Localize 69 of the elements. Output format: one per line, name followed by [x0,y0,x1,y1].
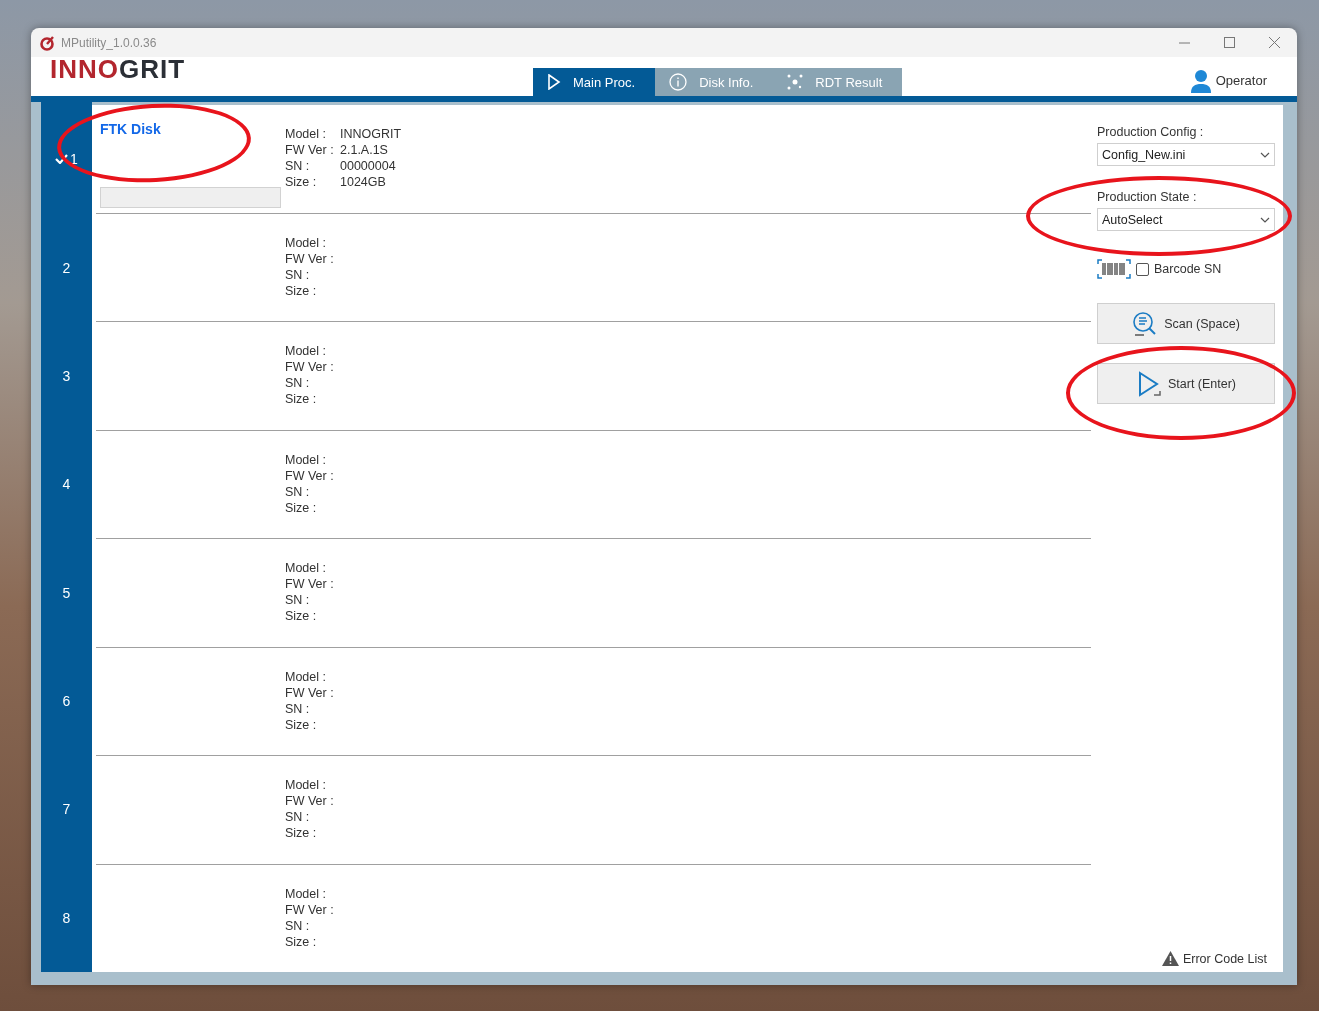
window-title: MPutility_1.0.0.36 [61,35,157,50]
field-label: Size : [285,934,318,951]
field-label: Model : [285,344,327,360]
field-label: Model : [285,452,327,469]
field-label: FW Ver : [285,902,335,919]
field-label: FW Ver : [285,468,335,485]
field-label: Model : [285,235,327,252]
field-label: SN : [285,918,311,935]
maximize-icon[interactable] [1224,37,1235,48]
field-label: Model : [285,669,327,686]
scan-button[interactable]: Scan (Space) [1097,303,1275,344]
field-label: FW Ver : [285,577,335,593]
chevron-down-icon [1260,151,1270,158]
warning-icon [1161,951,1179,966]
nodes-icon [787,74,804,90]
production-config-label: Production Config : [1097,125,1205,139]
slot-number: 6 [62,693,71,710]
field-value: 2.1.A.1S [340,143,389,159]
field-label: SN : [285,267,311,284]
field-label: SN : [285,810,311,826]
field-label: Model : [285,561,327,577]
play-icon [547,74,561,90]
field-label: SN : [285,484,311,501]
logo-wordmark: INNOGRIT [50,54,186,85]
field-label: FW Ver : [285,251,335,268]
slot-number: 4 [62,476,71,493]
state-dropdown[interactable]: AutoSelect [1097,208,1275,231]
field-label: Size : [285,283,318,300]
field-label: Model : [285,127,327,143]
field-label: Size : [285,609,318,625]
user-label: Operator [1215,73,1267,88]
production-state-label: Production State : [1097,190,1198,204]
field-label: FW Ver : [285,360,335,376]
field-label: SN : [285,159,311,175]
field-label: SN : [285,593,311,609]
field-label: Size : [285,717,318,734]
info-icon [669,73,688,91]
error-code-list-link[interactable]: Error Code List [1182,951,1267,966]
field-label: Model : [285,886,327,903]
slot-number: 3 [62,367,71,384]
field-label: FW Ver : [285,794,335,810]
chevron-down-icon [1260,216,1270,223]
field-value: INNOGRIT [340,127,402,143]
config-dropdown[interactable]: Config_New.ini [1097,143,1275,166]
check-icon [55,154,69,165]
field-value: 1024GB [340,175,387,191]
slot-number: 7 [62,801,71,818]
slot-number: 5 [62,584,71,601]
field-label: SN : [285,376,311,392]
close-icon[interactable] [1269,37,1280,48]
user-icon [1189,68,1212,93]
field-label: FW Ver : [285,143,335,159]
slot-number: 8 [62,909,71,926]
barcode-checkbox[interactable] [1136,262,1149,276]
field-label: Size : [285,392,318,408]
field-label: Size : [285,500,318,517]
field-label: SN : [285,701,311,718]
slot-number: 2 [62,259,71,276]
start-button[interactable]: Start (Enter) [1097,363,1275,404]
field-label: FW Ver : [285,685,335,702]
field-label: Size : [285,175,318,191]
tab[interactable]: Main Proc. [533,68,656,96]
disk-name: FTK Disk [100,121,162,137]
app-logo-icon [39,34,55,51]
field-label: Size : [285,826,318,842]
barcode-label: Barcode SN [1154,262,1222,276]
field-value: 00000004 [340,159,397,175]
field-label: Model : [285,778,327,794]
barcode-icon [1097,259,1131,279]
